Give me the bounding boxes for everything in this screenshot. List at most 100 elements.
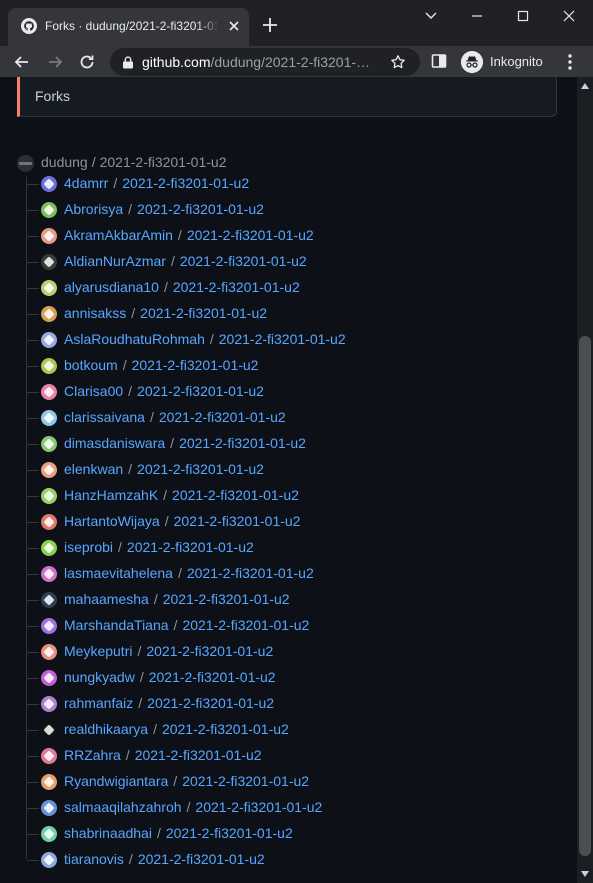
fork-repo-link[interactable]: 2021-2-fi3201-01-u2 — [179, 435, 306, 451]
fork-repo-link[interactable]: 2021-2-fi3201-01-u2 — [137, 201, 264, 217]
fork-owner-link[interactable]: AldianNurAzmar — [64, 253, 166, 269]
fork-repo-link[interactable]: 2021-2-fi3201-01-u2 — [149, 669, 276, 685]
reload-icon[interactable] — [77, 52, 97, 72]
user-avatar[interactable] — [41, 228, 57, 244]
fork-repo-link[interactable]: 2021-2-fi3201-01-u2 — [135, 747, 262, 763]
user-avatar[interactable] — [41, 592, 57, 608]
fork-owner-link[interactable]: Meykeputri — [64, 643, 132, 659]
user-avatar[interactable] — [41, 462, 57, 478]
fork-owner-link[interactable]: nungkyadw — [64, 669, 135, 685]
fork-owner-link[interactable]: Ryandwigiantara — [64, 773, 168, 789]
incognito-profile-button[interactable]: Inkognito — [458, 48, 552, 75]
fork-owner-link[interactable]: botkoum — [64, 357, 118, 373]
fork-repo-link[interactable]: 2021-2-fi3201-01-u2 — [174, 513, 301, 529]
maximize-icon[interactable] — [509, 8, 537, 24]
fork-owner-link[interactable]: elenkwan — [64, 461, 123, 477]
user-avatar[interactable] — [41, 358, 57, 374]
close-window-icon[interactable] — [555, 8, 583, 24]
vertical-scrollbar[interactable] — [577, 77, 593, 883]
fork-owner-link[interactable]: 4damrr — [64, 175, 108, 191]
tab-search-chevron-icon[interactable] — [417, 8, 445, 24]
fork-owner-link[interactable]: mahaamesha — [64, 591, 149, 607]
user-avatar[interactable] — [41, 774, 57, 790]
fork-repo-link[interactable]: 2021-2-fi3201-01-u2 — [137, 461, 264, 477]
fork-repo-link[interactable]: 2021-2-fi3201-01-u2 — [180, 253, 307, 269]
fork-repo-link[interactable]: 2021-2-fi3201-01-u2 — [182, 617, 309, 633]
user-avatar[interactable] — [41, 488, 57, 504]
back-arrow-icon[interactable] — [12, 52, 32, 72]
user-avatar[interactable] — [41, 436, 57, 452]
fork-owner-link[interactable]: clarissaivana — [64, 409, 145, 425]
fork-owner-link[interactable]: salmaaqilahzahroh — [64, 799, 182, 815]
fork-owner-link[interactable]: shabrinaadhai — [64, 825, 152, 841]
user-avatar[interactable] — [41, 306, 57, 322]
fork-repo-link[interactable]: 2021-2-fi3201-01-u2 — [162, 721, 289, 737]
user-avatar[interactable] — [41, 800, 57, 816]
active-tab[interactable]: Forks · dudung/2021-2-fi3201-01-u2 — [8, 8, 249, 46]
user-avatar[interactable] — [41, 722, 57, 738]
fork-owner-link[interactable]: Clarisa00 — [64, 383, 123, 399]
scroll-down-arrow-icon[interactable] — [581, 871, 589, 877]
fork-repo-link[interactable]: 2021-2-fi3201-01-u2 — [127, 539, 254, 555]
url-text[interactable]: github.com/dudung/2021-2-fi3201-… — [142, 54, 388, 72]
user-avatar[interactable] — [41, 644, 57, 660]
user-avatar[interactable] — [41, 384, 57, 400]
scrollbar-thumb[interactable] — [579, 336, 591, 856]
user-avatar[interactable] — [41, 254, 57, 270]
fork-owner-link[interactable]: tiaranovis — [64, 851, 124, 867]
bookmark-star-icon[interactable] — [390, 54, 406, 70]
fork-owner-link[interactable]: HartantoWijaya — [64, 513, 160, 529]
user-avatar[interactable] — [41, 566, 57, 582]
root-repo-link[interactable]: 2021-2-fi3201-01-u2 — [100, 154, 227, 170]
fork-owner-link[interactable]: lasmaevitahelena — [64, 565, 173, 581]
user-avatar[interactable] — [41, 618, 57, 634]
forward-arrow-icon[interactable] — [45, 52, 65, 72]
fork-repo-link[interactable]: 2021-2-fi3201-01-u2 — [122, 175, 249, 191]
fork-repo-link[interactable]: 2021-2-fi3201-01-u2 — [219, 331, 346, 347]
fork-repo-link[interactable]: 2021-2-fi3201-01-u2 — [187, 227, 314, 243]
scroll-up-arrow-icon[interactable] — [581, 83, 589, 89]
fork-repo-link[interactable]: 2021-2-fi3201-01-u2 — [173, 279, 300, 295]
fork-repo-link[interactable]: 2021-2-fi3201-01-u2 — [140, 305, 267, 321]
user-avatar[interactable] — [41, 670, 57, 686]
user-avatar[interactable] — [41, 852, 57, 868]
fork-repo-link[interactable]: 2021-2-fi3201-01-u2 — [159, 409, 286, 425]
fork-owner-link[interactable]: iseprobi — [64, 539, 113, 555]
user-avatar[interactable] — [41, 202, 57, 218]
minimize-icon[interactable] — [463, 8, 491, 24]
user-avatar[interactable] — [41, 332, 57, 348]
fork-owner-link[interactable]: rahmanfaiz — [64, 695, 133, 711]
fork-repo-link[interactable]: 2021-2-fi3201-01-u2 — [182, 773, 309, 789]
fork-owner-link[interactable]: HanzHamzahK — [64, 487, 158, 503]
fork-owner-link[interactable]: dimasdaniswara — [64, 435, 165, 451]
lock-icon[interactable] — [122, 56, 134, 69]
user-avatar[interactable] — [41, 696, 57, 712]
fork-owner-link[interactable]: AslaRoudhatuRohmah — [64, 331, 205, 347]
user-avatar[interactable] — [41, 514, 57, 530]
fork-owner-link[interactable]: MarshandaTiana — [64, 617, 169, 633]
browser-menu-icon[interactable] — [562, 52, 578, 72]
fork-repo-link[interactable]: 2021-2-fi3201-01-u2 — [166, 825, 293, 841]
user-avatar[interactable] — [41, 826, 57, 842]
close-tab-icon[interactable] — [226, 18, 242, 34]
user-avatar[interactable] — [41, 540, 57, 556]
user-avatar[interactable] — [41, 410, 57, 426]
root-owner-avatar[interactable] — [17, 155, 34, 172]
side-panel-icon[interactable] — [430, 52, 448, 70]
root-owner-link[interactable]: dudung — [41, 154, 88, 170]
fork-repo-link[interactable]: 2021-2-fi3201-01-u2 — [146, 643, 273, 659]
fork-owner-link[interactable]: AkramAkbarAmin — [64, 227, 173, 243]
new-tab-icon[interactable] — [261, 16, 279, 34]
fork-owner-link[interactable]: alyarusdiana10 — [64, 279, 159, 295]
fork-repo-link[interactable]: 2021-2-fi3201-01-u2 — [163, 591, 290, 607]
fork-repo-link[interactable]: 2021-2-fi3201-01-u2 — [195, 799, 322, 815]
fork-repo-link[interactable]: 2021-2-fi3201-01-u2 — [187, 565, 314, 581]
fork-repo-link[interactable]: 2021-2-fi3201-01-u2 — [172, 487, 299, 503]
fork-repo-link[interactable]: 2021-2-fi3201-01-u2 — [147, 695, 274, 711]
address-bar[interactable]: github.com/dudung/2021-2-fi3201-… — [110, 48, 420, 76]
user-avatar[interactable] — [41, 280, 57, 296]
fork-repo-link[interactable]: 2021-2-fi3201-01-u2 — [138, 851, 265, 867]
user-avatar[interactable] — [41, 176, 57, 192]
fork-owner-link[interactable]: realdhikaarya — [64, 721, 148, 737]
fork-repo-link[interactable]: 2021-2-fi3201-01-u2 — [137, 383, 264, 399]
